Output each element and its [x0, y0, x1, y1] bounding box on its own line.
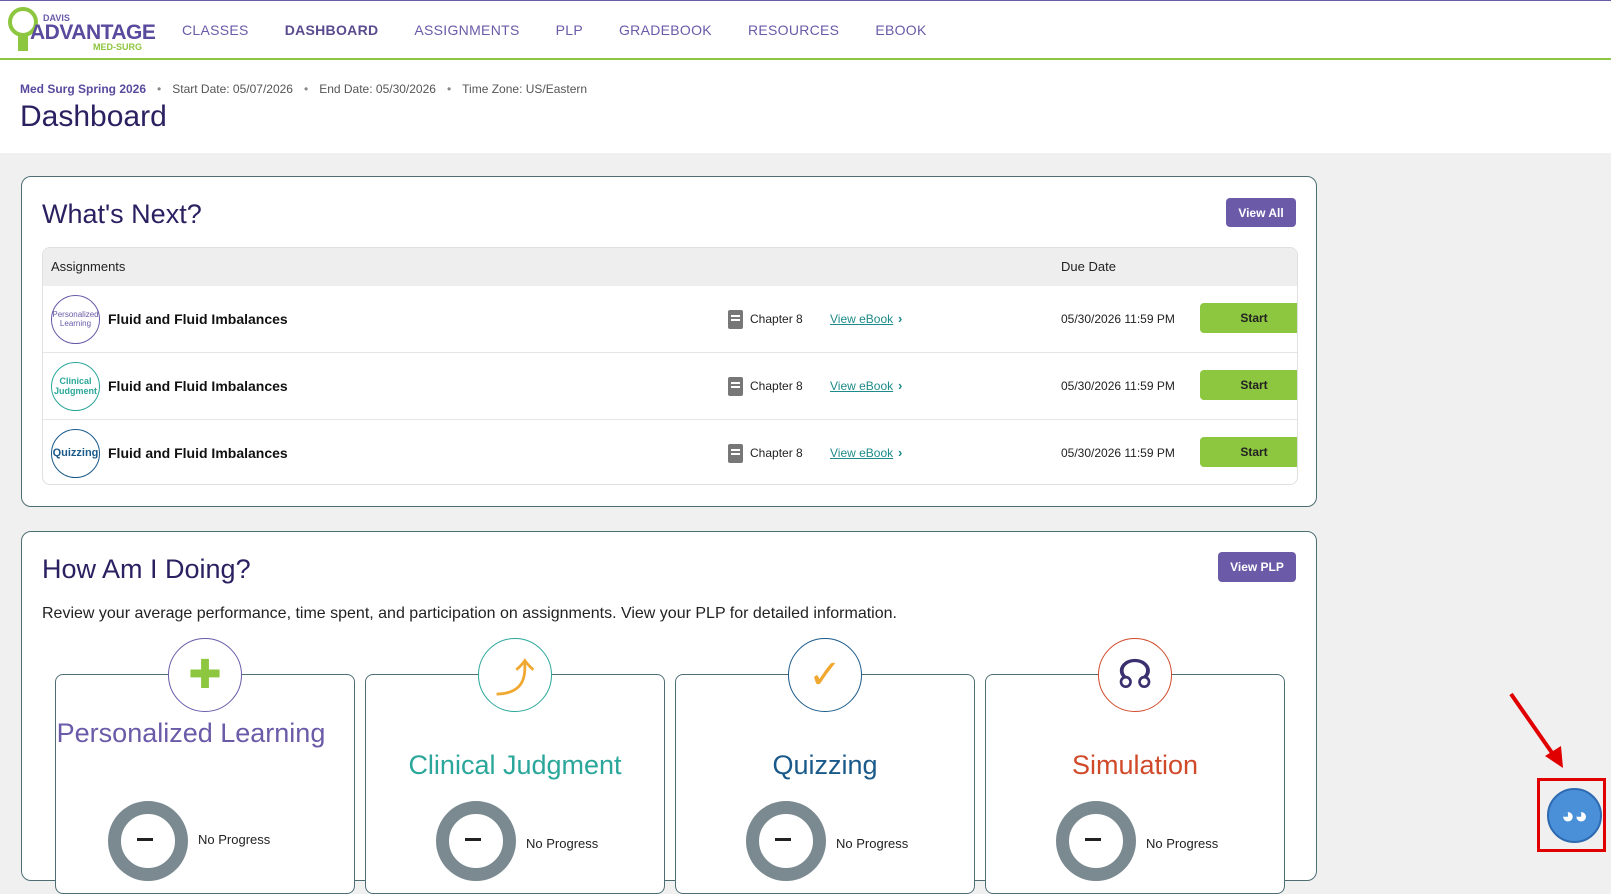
nav-dashboard[interactable]: DASHBOARD [285, 22, 379, 38]
red-arrow-icon [1509, 692, 1563, 768]
end-date: End Date: 05/30/2026 [319, 82, 436, 96]
nav-gradebook[interactable]: GRADEBOOK [619, 22, 712, 38]
nav-resources[interactable]: RESOURCES [748, 22, 839, 38]
nav-ebook[interactable]: EBOOK [875, 22, 926, 38]
davis-advantage-logo[interactable]: DAVIS ADVANTAGE MED-SURG [8, 7, 156, 55]
start-button[interactable]: Start [1200, 437, 1297, 467]
chevron-right-icon: › [898, 378, 903, 393]
puzzle-icon: ✚ [168, 638, 242, 712]
book-icon [728, 444, 743, 463]
how-am-i-doing-card: How Am I Doing? View PLP Review your ave… [21, 531, 1317, 894]
book-icon [728, 310, 743, 329]
start-button[interactable]: Start [1200, 303, 1297, 333]
book-icon [728, 377, 743, 396]
clinical-judgment-tile[interactable]: ⤴ Clinical Judgment No Progress [365, 638, 665, 894]
progress-ring [108, 801, 188, 881]
table-row: Quizzing Fluid and Fluid Imbalances Chap… [43, 420, 1297, 484]
assignments-column-header: Assignments [51, 259, 126, 274]
help-assistant-icon[interactable]: ◕◕ [1547, 788, 1602, 843]
view-ebook-link[interactable]: View eBook [830, 312, 893, 326]
progress-status: No Progress [1146, 836, 1219, 851]
assignment-title: Fluid and Fluid Imbalances [108, 378, 288, 394]
tile-title: Simulation [1071, 750, 1199, 780]
assignment-title: Fluid and Fluid Imbalances [108, 311, 288, 327]
quizzing-tile[interactable]: ✓ Quizzing No Progress [675, 638, 975, 894]
performance-description: Review your average performance, time sp… [42, 605, 897, 622]
personalized-learning-tile[interactable]: ✚ Personalized Learning No Progress [55, 638, 355, 894]
course-name: Med Surg Spring 2026 [20, 82, 147, 96]
nav-plp[interactable]: PLP [556, 22, 583, 38]
whats-next-title: What's Next? [42, 199, 202, 229]
chevron-right-icon: › [898, 445, 903, 460]
nav-assignments[interactable]: ASSIGNMENTS [414, 22, 519, 38]
progress-status: No Progress [198, 832, 271, 847]
checkmark-icon: ✓ [788, 638, 862, 712]
view-ebook-link[interactable]: View eBook [830, 446, 893, 460]
chapter-label: Chapter 8 [750, 312, 803, 326]
quizzing-badge-icon: Quizzing [51, 429, 100, 478]
start-button[interactable]: Start [1200, 370, 1297, 400]
nav-links: CLASSES DASHBOARD ASSIGNMENTS PLP GRADEB… [182, 1, 963, 59]
page-header: Med Surg Spring 2026 • Start Date: 05/07… [0, 60, 1611, 153]
table-row: Personalized Learning Fluid and Fluid Im… [43, 286, 1297, 353]
how-am-i-doing-title: How Am I Doing? [42, 554, 251, 584]
progress-ring [1056, 801, 1136, 881]
assignment-title: Fluid and Fluid Imbalances [108, 445, 288, 461]
due-date: 05/30/2026 11:59 PM [1061, 379, 1175, 393]
page-title: Dashboard [20, 100, 167, 133]
due-date: 05/30/2026 11:59 PM [1061, 312, 1175, 326]
view-plp-button[interactable]: View PLP [1218, 552, 1296, 582]
tile-title: Personalized Learning [56, 718, 326, 748]
top-nav: DAVIS ADVANTAGE MED-SURG CLASSES DASHBOA… [0, 0, 1611, 60]
whats-next-card: What's Next? View All Assignments Due Da… [21, 176, 1317, 507]
chevron-right-icon: › [898, 311, 903, 326]
start-date: Start Date: 05/07/2026 [172, 82, 293, 96]
assignments-table: Assignments Due Date Personalized Learni… [42, 247, 1298, 485]
tile-title: Clinical Judgment [408, 750, 622, 780]
progress-ring [436, 801, 516, 881]
view-ebook-link[interactable]: View eBook [830, 379, 893, 393]
due-date: 05/30/2026 11:59 PM [1061, 446, 1175, 460]
arrows-icon: ⤴ [478, 638, 552, 712]
tile-title: Quizzing [772, 750, 878, 780]
time-zone: Time Zone: US/Eastern [462, 82, 588, 96]
chapter-label: Chapter 8 [750, 379, 803, 393]
clinical-judgment-badge-icon: Clinical Judgment [51, 362, 100, 411]
course-meta: Med Surg Spring 2026 • Start Date: 05/07… [20, 82, 588, 96]
chapter-label: Chapter 8 [750, 446, 803, 460]
progress-ring [746, 801, 826, 881]
progress-status: No Progress [526, 836, 599, 851]
due-date-column-header: Due Date [1061, 259, 1116, 274]
progress-status: No Progress [836, 836, 909, 851]
personalized-learning-badge-icon: Personalized Learning [51, 295, 100, 344]
simulation-tile[interactable]: ☊ Simulation No Progress [985, 638, 1285, 894]
view-all-button[interactable]: View All [1226, 198, 1296, 227]
nav-classes[interactable]: CLASSES [182, 22, 249, 38]
table-row: Clinical Judgment Fluid and Fluid Imbala… [43, 353, 1297, 420]
stethoscope-icon: ☊ [1098, 638, 1172, 712]
highlight-box: ◕◕ [1537, 778, 1606, 852]
table-header: Assignments Due Date [43, 248, 1297, 286]
